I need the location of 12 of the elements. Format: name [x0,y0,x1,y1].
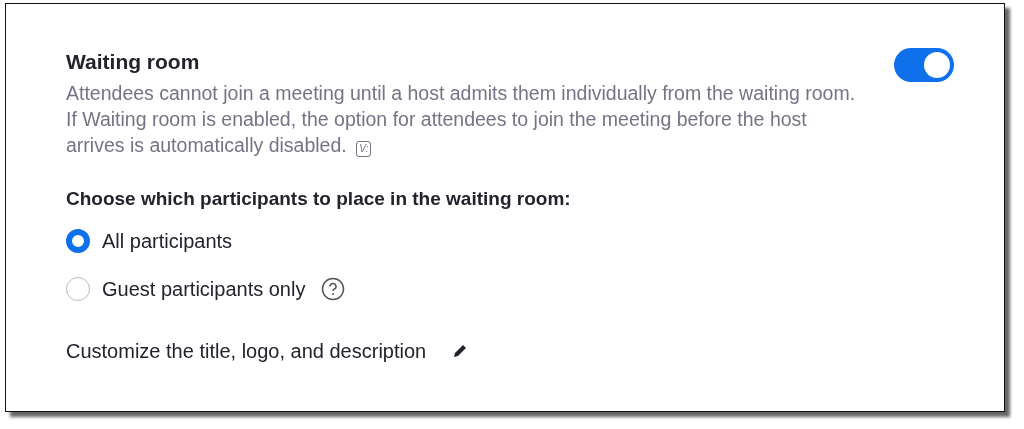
setting-title: Waiting room [66,49,201,75]
option-label[interactable]: Guest participants only [102,274,306,304]
toggle-switch[interactable] [894,48,954,82]
edit-icon[interactable] [452,343,469,359]
version-badge: V: [356,141,372,157]
section-heading: Choose which participants to place in the waiting room: [66,188,572,210]
setting-description: Attendees cannot join a meeting until a host admits them individually from the waiting room. If Waiting room is enabled, the option for attendees to join the meeting before the host arrives is automatically disabled. V: [66,81,857,158]
help-icon[interactable] [321,277,346,301]
radio-button[interactable] [66,277,90,301]
radio-button[interactable] [66,229,90,253]
option-label[interactable]: All participants [102,226,233,256]
customize-link[interactable]: Customize the title, logo, and description [66,336,427,366]
